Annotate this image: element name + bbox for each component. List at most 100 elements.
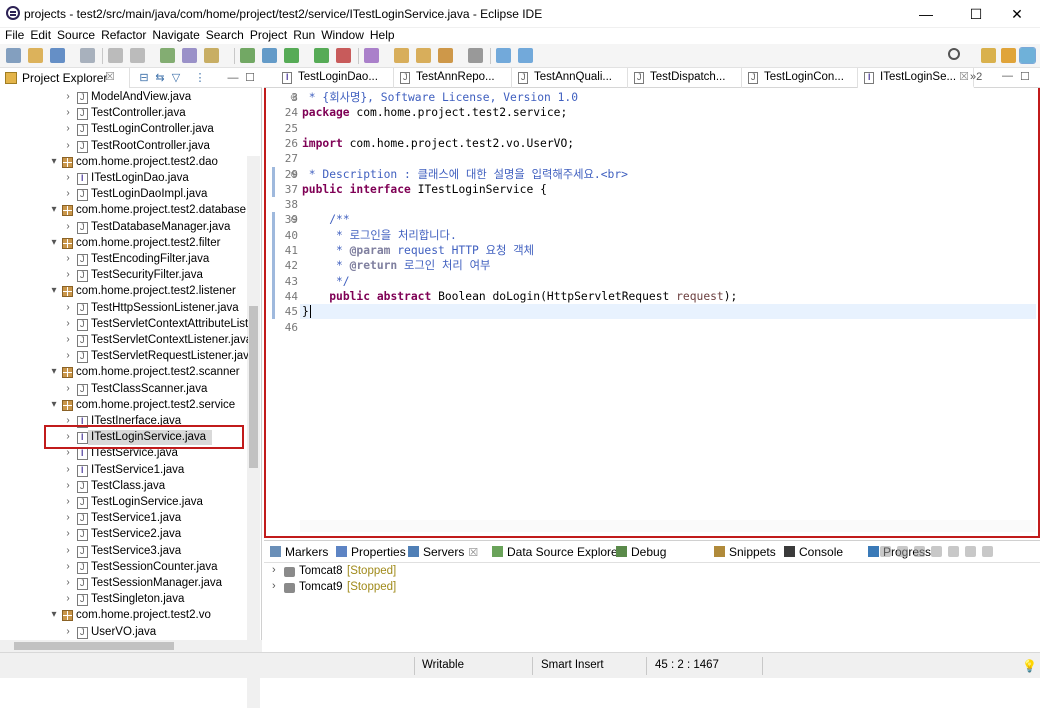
tree-item[interactable]: › ModelAndView.java <box>0 90 248 106</box>
code-line[interactable]: * {회사명}, Software License, Version 1.0 <box>302 90 578 105</box>
disconnect-icon[interactable] <box>204 48 219 63</box>
maximize-button[interactable]: ☐ <box>953 0 999 28</box>
tip-bulb-icon[interactable]: 💡 <box>1022 659 1037 673</box>
editor-tab[interactable]: TestLoginDao... <box>276 68 394 88</box>
menu-navigate[interactable]: Navigate <box>149 28 202 43</box>
tab-snippets[interactable]: Snippets <box>714 545 776 559</box>
open-perspective-icon[interactable] <box>981 48 996 63</box>
tree-item[interactable]: › TestLoginService.java <box>0 495 248 511</box>
new-icon[interactable] <box>6 48 21 63</box>
tree-item[interactable]: › TestService3.java <box>0 544 248 560</box>
tab-data-source-explorer[interactable]: Data Source Explorer <box>492 545 622 559</box>
collapsed-chevron-icon[interactable]: › <box>63 593 73 604</box>
menu-search[interactable]: Search <box>203 28 247 43</box>
scrollbar-thumb[interactable] <box>249 306 258 468</box>
search-tb-icon[interactable] <box>416 48 431 63</box>
annotation-icon[interactable] <box>438 48 453 63</box>
skip-icon[interactable] <box>130 48 145 63</box>
collapsed-chevron-icon[interactable]: › <box>63 496 73 507</box>
tree-item[interactable]: ▾ com.home.project.test2.vo <box>0 608 248 624</box>
tree-item[interactable]: › TestSessionCounter.java <box>0 560 248 576</box>
java-ee-perspective-icon[interactable] <box>1001 48 1016 63</box>
tree-item[interactable]: ▾ com.home.project.test2.listener <box>0 284 248 300</box>
expanded-chevron-icon[interactable]: ▾ <box>49 399 59 410</box>
editor-tab[interactable]: TestLoginCon... <box>742 68 858 88</box>
collapsed-chevron-icon[interactable]: › <box>63 464 73 475</box>
code-line[interactable]: package com.home.project.test2.service; <box>302 105 567 120</box>
collapsed-chevron-icon[interactable]: › <box>63 140 73 151</box>
tab-debug[interactable]: Debug <box>616 545 666 559</box>
tree-item[interactable]: › TestSingleton.java <box>0 592 248 608</box>
collapsed-chevron-icon[interactable]: › <box>63 302 73 313</box>
collapsed-chevron-icon[interactable]: › <box>63 107 73 118</box>
step-icon[interactable] <box>160 48 175 63</box>
stop-server-icon[interactable] <box>948 546 959 557</box>
fold-expand-icon[interactable]: ⊕ <box>290 169 298 180</box>
publish-icon[interactable] <box>965 546 976 557</box>
next-annotation-icon[interactable] <box>468 48 483 63</box>
code-line[interactable]: * @return 로그인 처리 여부 <box>302 258 490 273</box>
tree-item[interactable]: › TestService1.java <box>0 511 248 527</box>
debug-server-icon[interactable] <box>914 546 925 557</box>
code-line[interactable]: */ <box>302 274 350 289</box>
start-server-icon[interactable] <box>897 546 908 557</box>
collapsed-chevron-icon[interactable]: › <box>63 188 73 199</box>
collapsed-chevron-icon[interactable]: › <box>63 123 73 134</box>
stop-icon[interactable] <box>336 48 351 63</box>
scrollbar-thumb[interactable] <box>14 642 174 650</box>
back-icon[interactable] <box>496 48 511 63</box>
tree-item[interactable]: › TestClassScanner.java <box>0 382 248 398</box>
tree-item[interactable]: ▾ com.home.project.test2.database <box>0 203 248 219</box>
editor-tab[interactable]: TestAnnRepo... <box>394 68 512 88</box>
search-icon[interactable] <box>948 48 960 60</box>
menu-run[interactable]: Run <box>290 28 318 43</box>
open-task-icon[interactable] <box>394 48 409 63</box>
collapsed-chevron-icon[interactable]: › <box>63 172 73 183</box>
tree-item[interactable]: › TestService2.java <box>0 527 248 543</box>
tab-console[interactable]: Console <box>784 545 843 559</box>
collapsed-chevron-icon[interactable]: › <box>63 334 73 345</box>
expanded-chevron-icon[interactable]: ▾ <box>49 237 59 248</box>
tree-item[interactable]: ▾ com.home.project.test2.service <box>0 398 248 414</box>
collapsed-chevron-icon[interactable]: › <box>63 512 73 523</box>
code-line[interactable]: public interface ITestLoginService { <box>302 182 547 197</box>
run-icon[interactable] <box>240 48 255 63</box>
menu-file[interactable]: File <box>2 28 27 43</box>
collapsed-chevron-icon[interactable]: › <box>63 626 73 637</box>
tree-item[interactable]: › TestEncodingFilter.java <box>0 252 248 268</box>
editor-horizontal-scrollbar[interactable] <box>300 520 1036 532</box>
tree-item[interactable]: › TestDatabaseManager.java <box>0 220 248 236</box>
collapsed-chevron-icon[interactable]: › <box>63 269 73 280</box>
expanded-chevron-icon[interactable]: ▾ <box>49 366 59 377</box>
menu-refactor[interactable]: Refactor <box>98 28 149 43</box>
tree-item[interactable]: ▾ com.home.project.test2.dao <box>0 155 248 171</box>
tree-item[interactable]: ▾ com.home.project.test2.filter <box>0 236 248 252</box>
tree-item[interactable]: › TestRootController.java <box>0 139 248 155</box>
close-button[interactable]: ✕ <box>994 0 1040 28</box>
menu-window[interactable]: Window <box>318 28 367 43</box>
save-all-icon[interactable] <box>50 48 65 63</box>
explorer-vertical-scrollbar[interactable] <box>247 156 260 708</box>
debug-icon[interactable] <box>108 48 123 63</box>
tree-item[interactable]: › ITestLoginDao.java <box>0 171 248 187</box>
code-line[interactable]: /** <box>302 212 349 227</box>
tree-item[interactable]: › TestServletContextListener.java <box>0 333 248 349</box>
tree-item[interactable]: › TestSessionManager.java <box>0 576 248 592</box>
save-icon[interactable] <box>28 48 43 63</box>
coverage-icon[interactable] <box>262 48 277 63</box>
maximize-view-icon[interactable]: ☐ <box>1020 70 1030 83</box>
menu-edit[interactable]: Edit <box>27 28 54 43</box>
expanded-chevron-icon[interactable]: ▾ <box>49 156 59 167</box>
external-tools-icon[interactable] <box>314 48 329 63</box>
profile-server-icon[interactable] <box>931 546 942 557</box>
tree-item[interactable]: › TestClass.java <box>0 479 248 495</box>
menu-project[interactable]: Project <box>247 28 290 43</box>
collapsed-chevron-icon[interactable]: › <box>63 561 73 572</box>
tree-item[interactable]: ▾ com.home.project.test2.scanner <box>0 365 248 381</box>
minimize-view-icon[interactable]: — <box>226 71 240 85</box>
collapsed-chevron-icon[interactable]: › <box>63 350 73 361</box>
editor-tab-overflow[interactable]: »2 <box>970 71 982 83</box>
close-icon[interactable]: ☒ <box>468 547 478 559</box>
tab-markers[interactable]: Markers <box>270 545 328 559</box>
tree-item[interactable]: › TestServletContextAttributeListe <box>0 317 248 333</box>
